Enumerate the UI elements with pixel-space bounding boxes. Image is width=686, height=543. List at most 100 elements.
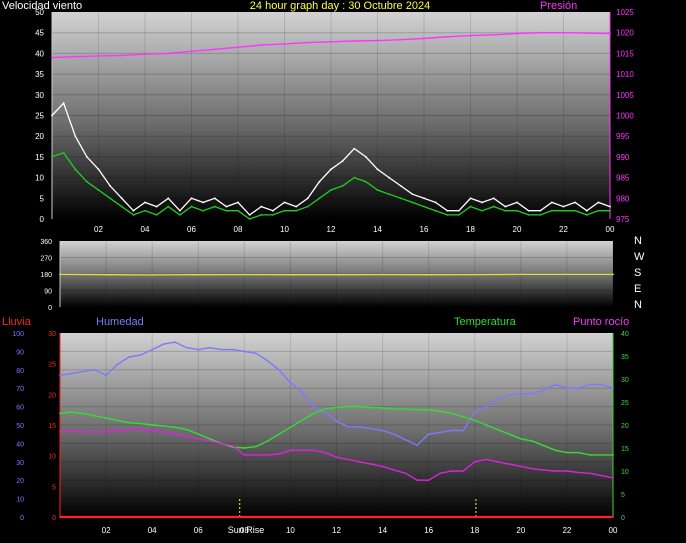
- humidity-tick-label: 40: [16, 441, 24, 448]
- point-gust: [376, 168, 379, 171]
- point-avg: [213, 205, 216, 208]
- point-gust: [446, 209, 449, 212]
- point-gust: [306, 197, 309, 200]
- temperature-label: Temperatura: [454, 316, 517, 328]
- point-humidity: [174, 341, 177, 344]
- point-pressure: [283, 42, 286, 45]
- direction-tick-label: 0: [48, 305, 52, 312]
- temperature-tick-label: 10: [621, 469, 629, 476]
- point-avg: [399, 197, 402, 200]
- wind-hour-tick-label: 22: [559, 225, 568, 234]
- point-humidity: [105, 374, 107, 377]
- wind-hour-tick-label: 04: [141, 225, 150, 234]
- point-avg: [318, 197, 321, 200]
- pressure-tick-label: 1015: [616, 49, 634, 58]
- point-direction: [243, 273, 246, 276]
- point-temperature: [577, 451, 580, 454]
- point-humidity: [266, 359, 269, 362]
- point-dewpoint: [289, 449, 292, 452]
- point-pressure: [97, 54, 100, 57]
- point-pressure: [446, 35, 449, 38]
- point-pressure: [539, 31, 542, 34]
- point-pressure: [562, 31, 565, 34]
- point-pressure: [120, 54, 123, 57]
- point-humidity: [462, 429, 465, 432]
- point-pressure: [51, 56, 53, 59]
- point-avg: [562, 209, 565, 212]
- pressure-tick-label: 1010: [616, 70, 634, 79]
- point-gust: [318, 180, 321, 183]
- temperature-tick-label: 25: [621, 400, 629, 407]
- point-pressure: [144, 53, 146, 56]
- point-humidity: [554, 383, 557, 386]
- point-avg: [190, 205, 193, 208]
- point-temperature: [139, 422, 142, 425]
- chart-title: 24 hour graph day : 30 Octubre 2024: [250, 0, 430, 12]
- point-gust: [353, 147, 356, 150]
- weather-hour-tick-label: 20: [516, 526, 525, 535]
- humidity-tick-label: 20: [16, 478, 24, 485]
- point-avg: [167, 205, 170, 208]
- point-temperature: [404, 408, 407, 410]
- point-humidity: [577, 387, 580, 390]
- point-temperature: [416, 408, 419, 411]
- point-dewpoint: [243, 454, 246, 456]
- point-avg: [85, 180, 88, 183]
- point-temperature: [70, 411, 73, 414]
- wind-speed-tick-label: 40: [35, 49, 44, 58]
- wind-speed-tick-label: 5: [40, 194, 45, 203]
- point-avg: [202, 209, 205, 212]
- point-humidity: [139, 354, 142, 356]
- point-temperature: [612, 454, 614, 456]
- humidity-tick-label: 50: [16, 423, 24, 430]
- point-temperature: [266, 440, 269, 442]
- wind-hour-tick-label: 16: [420, 225, 429, 234]
- rain-label: Lluvia: [2, 316, 32, 328]
- point-humidity: [473, 411, 476, 414]
- point-avg: [574, 209, 577, 212]
- point-rain: [59, 516, 61, 518]
- point-humidity: [600, 383, 603, 386]
- point-pressure: [376, 39, 379, 42]
- point-temperature: [289, 426, 292, 429]
- point-gust: [178, 209, 181, 212]
- point-dewpoint: [566, 470, 568, 472]
- point-temperature: [254, 445, 257, 448]
- point-humidity: [197, 348, 200, 351]
- point-direction: [289, 273, 292, 276]
- point-gust: [539, 209, 542, 212]
- point-dewpoint: [612, 477, 614, 479]
- point-humidity: [70, 372, 73, 375]
- point-gust: [399, 184, 402, 187]
- sunrise-label: Sun Rise: [228, 525, 265, 535]
- point-avg: [609, 209, 611, 212]
- point-dewpoint: [381, 465, 384, 468]
- point-direction: [59, 273, 61, 276]
- humidity-tick-label: 100: [12, 331, 24, 338]
- point-humidity: [589, 383, 591, 386]
- point-pressure: [353, 40, 356, 42]
- direction-tick-label: 360: [40, 239, 52, 246]
- point-dewpoint: [589, 472, 591, 475]
- point-dewpoint: [59, 431, 61, 433]
- pressure-tick-label: 980: [616, 194, 630, 203]
- weather-hour-tick-label: 12: [332, 526, 341, 535]
- weather-hour-tick-label: 04: [148, 526, 157, 535]
- point-temperature: [243, 447, 246, 449]
- point-pressure: [585, 32, 588, 35]
- point-dewpoint: [450, 470, 453, 472]
- point-dewpoint: [439, 472, 442, 475]
- point-humidity: [220, 348, 223, 351]
- point-humidity: [496, 398, 499, 401]
- point-gust: [574, 201, 577, 204]
- point-gust: [411, 193, 414, 196]
- weather-hour-tick-label: 02: [102, 526, 111, 535]
- humidity-tick-label: 30: [16, 460, 24, 467]
- weather-hour-tick-label: 18: [470, 526, 479, 535]
- point-dewpoint: [105, 431, 107, 433]
- point-humidity: [312, 405, 315, 408]
- point-humidity: [612, 387, 614, 390]
- point-temperature: [370, 406, 372, 409]
- pressure-tick-label: 995: [616, 132, 630, 141]
- point-humidity: [439, 431, 442, 434]
